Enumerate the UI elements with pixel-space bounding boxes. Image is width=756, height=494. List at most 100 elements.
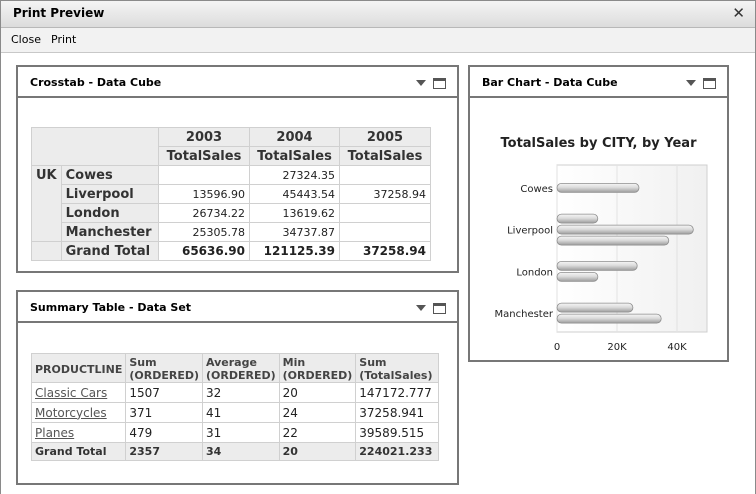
table-row: Manchester 25305.78 34737.87 xyxy=(32,222,431,242)
maximize-icon[interactable] xyxy=(433,303,446,314)
avg-ordered-cell: 32 xyxy=(202,382,280,403)
value-cell: 25305.78 xyxy=(158,222,250,242)
crosstab-year-row: 2003 2004 2005 xyxy=(31,127,431,166)
bar xyxy=(556,182,640,193)
table-row: London 26734.22 13619.62 xyxy=(32,203,431,223)
measure-header: TotalSales xyxy=(249,146,340,166)
value-cell: 26734.22 xyxy=(158,203,250,223)
bar-chart: Cowes Liverpool London Manchester 0 20K 40K xyxy=(495,164,708,353)
dropdown-arrow-icon[interactable] xyxy=(416,80,426,86)
measure-header: TotalSales xyxy=(158,146,250,166)
crosstab-table: 2003 2004 2005 TotalSales TotalSales Tot… xyxy=(31,127,431,261)
summary-panel-title: Summary Table - Data Set xyxy=(30,301,192,314)
city-header: Cowes xyxy=(60,165,160,185)
city-header: London xyxy=(60,203,160,223)
value-cell: 13596.90 xyxy=(158,184,250,204)
grand-total-cell: 121125.39 xyxy=(249,241,340,261)
year-header-2005: 2005 xyxy=(339,127,431,147)
avg-ordered-cell: 31 xyxy=(202,422,280,443)
grand-total-cell: 65636.90 xyxy=(158,241,250,261)
sum-ordered-cell: 479 xyxy=(125,422,203,443)
maximize-icon[interactable] xyxy=(433,78,446,89)
x-tick-label: 20K xyxy=(607,342,627,353)
bar xyxy=(556,224,694,235)
print-menu-item[interactable]: Print xyxy=(51,33,76,46)
category-label: Cowes xyxy=(520,184,553,195)
barchart-panel: Bar Chart - Data Cube TotalSales by CITY… xyxy=(468,65,729,362)
value-cell: 37258.94 xyxy=(339,184,431,204)
dropdown-arrow-icon[interactable] xyxy=(686,80,696,86)
value-cell xyxy=(158,165,250,185)
table-row: Motorcycles 371 41 24 37258.941 xyxy=(30,402,440,423)
min-ordered-cell: 24 xyxy=(278,402,357,423)
value-cell xyxy=(339,222,431,242)
maximize-icon[interactable] xyxy=(703,78,716,89)
country-header: UK xyxy=(31,165,62,242)
year-header-2003: 2003 xyxy=(158,127,250,147)
crosstab-corner-cell xyxy=(31,127,159,166)
city-header: Liverpool xyxy=(60,184,160,204)
close-menu-item[interactable]: Close xyxy=(11,33,41,46)
column-header: PRODUCTLINE xyxy=(30,353,127,383)
bar xyxy=(556,271,599,282)
city-header: Manchester xyxy=(60,222,160,242)
bar xyxy=(556,213,599,224)
menu-bar: Close Print xyxy=(1,28,755,53)
summary-table: PRODUCTLINE Sum (ORDERED) Average (ORDER… xyxy=(30,353,440,461)
x-tick-label: 0 xyxy=(554,342,560,353)
grand-total-spacer xyxy=(31,241,62,261)
table-row: UK Cowes 27324.35 xyxy=(31,165,431,242)
summary-panel-header: Summary Table - Data Set xyxy=(18,292,457,323)
close-icon[interactable]: ✕ xyxy=(732,4,745,22)
grand-total-cell: 34 xyxy=(202,442,280,461)
summary-header-row: PRODUCTLINE Sum (ORDERED) Average (ORDER… xyxy=(30,353,440,383)
value-cell xyxy=(339,165,431,185)
grand-total-row: Grand Total 65636.90 121125.39 37258.94 xyxy=(31,241,431,261)
productline-link[interactable]: Motorcycles xyxy=(35,406,107,420)
min-ordered-cell: 22 xyxy=(278,422,357,443)
bar xyxy=(556,260,638,271)
table-row: Classic Cars 1507 32 20 147172.777 xyxy=(30,382,440,403)
productline-cell: Classic Cars xyxy=(30,382,127,403)
sum-totalsales-cell: 147172.777 xyxy=(355,382,440,403)
grand-total-cell: 37258.94 xyxy=(339,241,431,261)
value-cell: 34737.87 xyxy=(249,222,340,242)
value-cell: 13619.62 xyxy=(249,203,340,223)
grand-total-row: Grand Total 2357 34 20 224021.233 xyxy=(30,442,440,461)
column-header: Min (ORDERED) xyxy=(278,353,357,383)
x-tick-label: 40K xyxy=(667,342,687,353)
sum-ordered-cell: 1507 xyxy=(125,382,203,403)
value-cell xyxy=(339,203,431,223)
grand-total-label: Grand Total xyxy=(30,442,127,461)
barchart-panel-header: Bar Chart - Data Cube xyxy=(470,67,727,98)
barchart-panel-title: Bar Chart - Data Cube xyxy=(482,76,618,89)
table-row: Planes 479 31 22 39589.515 xyxy=(30,422,440,443)
category-label: Liverpool xyxy=(507,226,553,237)
productline-link[interactable]: Classic Cars xyxy=(35,386,107,400)
column-header: Sum (TotalSales) xyxy=(355,353,440,383)
table-row: Liverpool 13596.90 45443.54 37258.94 xyxy=(32,184,431,204)
dropdown-arrow-icon[interactable] xyxy=(416,305,426,311)
sum-totalsales-cell: 37258.941 xyxy=(355,402,440,423)
print-preview-window: Print Preview ✕ Close Print Crosstab - D… xyxy=(0,0,756,494)
grand-total-cell: 224021.233 xyxy=(355,442,440,461)
sum-ordered-cell: 371 xyxy=(125,402,203,423)
bar xyxy=(556,235,670,246)
productline-cell: Motorcycles xyxy=(30,402,127,423)
category-label: Manchester xyxy=(495,309,554,320)
productline-link[interactable]: Planes xyxy=(35,426,74,440)
crosstab-panel: Crosstab - Data Cube 2003 2004 2005 Tota… xyxy=(16,65,459,273)
value-cell: 45443.54 xyxy=(249,184,340,204)
category-label: London xyxy=(516,267,553,278)
column-header: Average (ORDERED) xyxy=(202,353,280,383)
year-header-2004: 2004 xyxy=(249,127,340,147)
measure-header: TotalSales xyxy=(339,146,431,166)
title-bar: Print Preview ✕ xyxy=(1,1,755,28)
bar xyxy=(556,313,662,324)
avg-ordered-cell: 41 xyxy=(202,402,280,423)
summary-panel: Summary Table - Data Set PRODUCTLINE Sum… xyxy=(16,290,459,485)
chart-title: TotalSales by CITY, by Year xyxy=(500,136,697,151)
window-title: Print Preview xyxy=(13,6,105,20)
preview-content: Crosstab - Data Cube 2003 2004 2005 Tota… xyxy=(1,54,755,494)
grand-total-cell: 20 xyxy=(278,442,357,461)
